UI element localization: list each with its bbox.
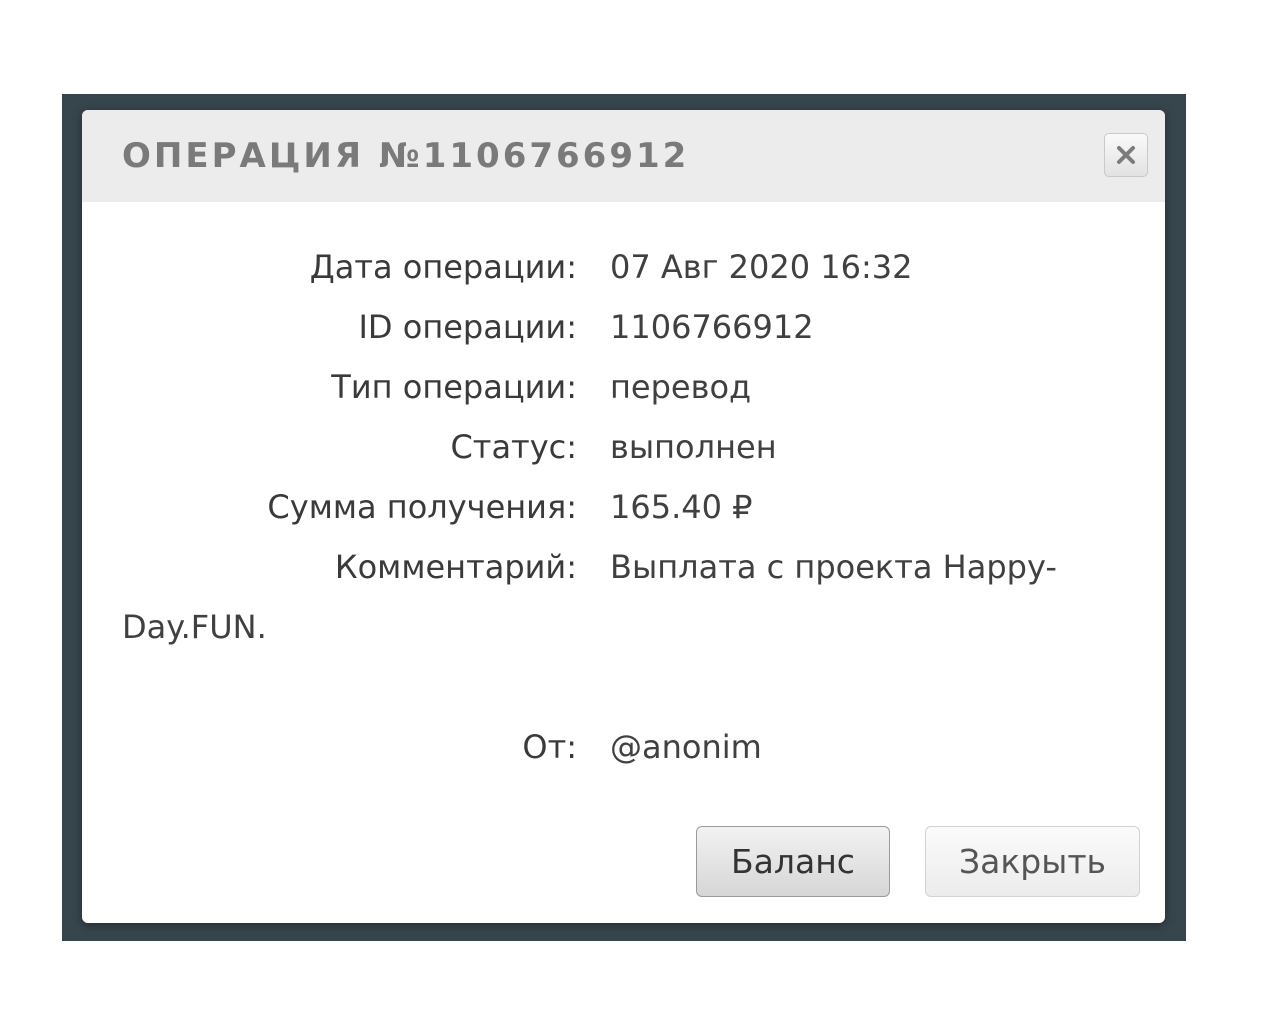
field-type: Тип операции: перевод (82, 368, 1165, 412)
balance-button[interactable]: Баланс (696, 826, 890, 897)
dialog-close-button[interactable] (1104, 133, 1148, 177)
dialog-title: ОПЕРАЦИЯ №1106766912 (122, 136, 690, 176)
close-icon (1115, 144, 1137, 166)
field-amount: Сумма получения: 165.40 ₽ (82, 488, 1165, 532)
field-comment-value-continued: Day.FUN. (122, 608, 267, 646)
field-id-value: 1106766912 (610, 308, 814, 346)
operation-dialog: ОПЕРАЦИЯ №1106766912 Дата операции: 07 А… (82, 110, 1165, 923)
field-amount-value: 165.40 ₽ (610, 488, 753, 526)
field-amount-label: Сумма получения: (267, 488, 577, 526)
field-date-label: Дата операции: (309, 248, 577, 286)
field-comment-value: Выплата с проекта Happy- (610, 548, 1057, 586)
close-button[interactable]: Закрыть (925, 826, 1140, 897)
field-id-label: ID операции: (358, 308, 577, 346)
field-date: Дата операции: 07 Авг 2020 16:32 (82, 248, 1165, 292)
field-id: ID операции: 1106766912 (82, 308, 1165, 352)
field-comment: Комментарий: Выплата с проекта Happy- (82, 548, 1165, 592)
field-type-value: перевод (610, 368, 752, 406)
field-status-value: выполнен (610, 428, 777, 466)
field-status: Статус: выполнен (82, 428, 1165, 472)
field-from: От: @anonim (82, 728, 1165, 772)
field-comment-label: Комментарий: (334, 548, 577, 586)
dialog-header: ОПЕРАЦИЯ №1106766912 (82, 110, 1165, 202)
field-type-label: Тип операции: (331, 368, 577, 406)
field-from-label: От: (522, 728, 577, 766)
field-status-label: Статус: (450, 428, 577, 466)
field-from-value: @anonim (610, 728, 762, 766)
field-date-value: 07 Авг 2020 16:32 (610, 248, 913, 286)
